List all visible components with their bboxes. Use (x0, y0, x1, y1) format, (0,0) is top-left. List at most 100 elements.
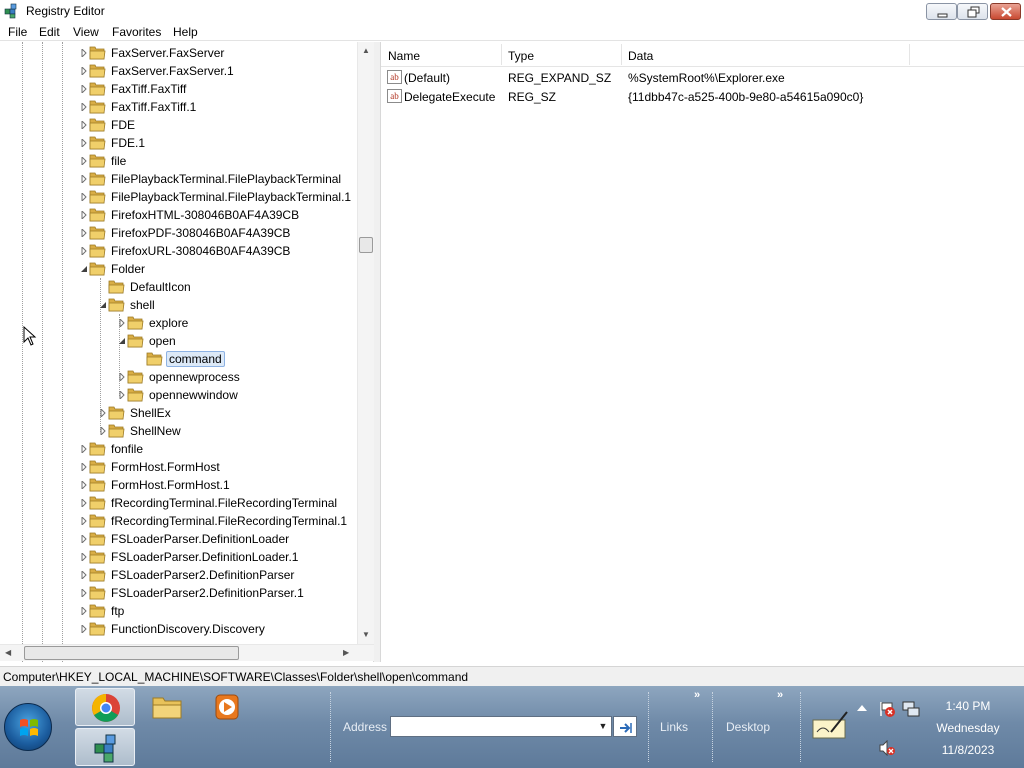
registry-tree[interactable]: FaxServer.FaxServer FaxServer.FaxServer.1… (0, 42, 374, 662)
expand-arrow-icon[interactable] (80, 157, 88, 165)
tree-node[interactable]: FirefoxURL-308046B0AF4A39CB (80, 242, 373, 260)
tree-node[interactable]: ShellEx (99, 404, 373, 422)
collapse-arrow-icon[interactable] (118, 337, 126, 345)
expand-arrow-icon[interactable] (99, 427, 107, 435)
expand-arrow-icon[interactable] (80, 589, 88, 597)
show-hidden-icons-arrow[interactable] (855, 702, 869, 712)
expand-arrow-icon[interactable] (99, 409, 107, 417)
column-divider[interactable] (501, 44, 502, 65)
tree-node[interactable]: opennewprocess (118, 368, 373, 386)
tree-node[interactable]: FaxTiff.FaxTiff.1 (80, 98, 373, 116)
column-header-name[interactable]: Name (388, 49, 420, 63)
column-divider[interactable] (909, 44, 910, 65)
tree-node[interactable]: FSLoaderParser.DefinitionLoader (80, 530, 373, 548)
expand-arrow-icon[interactable] (118, 373, 126, 381)
chevron-down-icon[interactable]: ▼ (595, 717, 611, 736)
tree-node[interactable]: command (137, 350, 373, 368)
expand-arrow-icon[interactable] (80, 625, 88, 633)
signature-pad-icon[interactable] (811, 708, 851, 742)
scroll-left-arrow[interactable]: ◀ (5, 648, 11, 657)
tree-node[interactable]: FSLoaderParser.DefinitionLoader.1 (80, 548, 373, 566)
volume-muted-icon[interactable] (878, 740, 896, 756)
tree-node[interactable]: FormHost.FormHost (80, 458, 373, 476)
tree-vertical-scroll-thumb[interactable] (359, 237, 373, 253)
menu-favorites[interactable]: Favorites (112, 25, 161, 39)
expand-arrow-icon[interactable] (80, 229, 88, 237)
start-button[interactable] (4, 703, 52, 751)
tree-node[interactable]: FaxServer.FaxServer (80, 44, 373, 62)
tree-node[interactable]: FSLoaderParser2.DefinitionParser.1 (80, 584, 373, 602)
tree-node[interactable]: FormHost.FormHost.1 (80, 476, 373, 494)
tree-node[interactable]: fRecordingTerminal.FileRecordingTerminal (80, 494, 373, 512)
expand-arrow-icon[interactable] (80, 517, 88, 525)
expand-arrow-icon[interactable] (80, 175, 88, 183)
menu-edit[interactable]: Edit (39, 25, 60, 39)
column-divider[interactable] (621, 44, 622, 65)
expand-arrow-icon[interactable] (80, 463, 88, 471)
tree-node[interactable]: shell (99, 296, 373, 314)
tree-node[interactable]: fRecordingTerminal.FileRecordingTerminal… (80, 512, 373, 530)
address-go-button[interactable] (613, 716, 637, 737)
desktop-overflow-chevron-icon[interactable]: » (777, 689, 783, 701)
tree-node[interactable]: FDE (80, 116, 373, 134)
taskbar-registry-editor[interactable] (75, 728, 135, 766)
tree-node[interactable]: FilePlaybackTerminal.FilePlaybackTermina… (80, 170, 373, 188)
expand-arrow-icon[interactable] (80, 481, 88, 489)
network-icon[interactable] (901, 700, 921, 718)
tree-node[interactable]: opennewwindow (118, 386, 373, 404)
tree-vertical-scrollbar[interactable]: ▲ ▼ (357, 42, 374, 645)
tree-node[interactable]: DefaultIcon (99, 278, 373, 296)
taskbar-explorer[interactable] (137, 688, 197, 726)
tree-node[interactable]: FSLoaderParser2.DefinitionParser (80, 566, 373, 584)
column-header-type[interactable]: Type (508, 49, 534, 63)
tree-node[interactable]: FunctionDiscovery.Discovery (80, 620, 373, 638)
expand-arrow-icon[interactable] (80, 445, 88, 453)
expand-arrow-icon[interactable] (80, 499, 88, 507)
expand-arrow-icon[interactable] (80, 103, 88, 111)
expand-arrow-icon[interactable] (118, 319, 126, 327)
tree-horizontal-scrollbar[interactable]: ◀ ▶ (0, 644, 374, 661)
tree-node[interactable]: explore (118, 314, 373, 332)
toolbar-divider[interactable] (648, 692, 650, 762)
taskbar-chrome[interactable] (75, 688, 135, 726)
tree-node[interactable]: FirefoxHTML-308046B0AF4A39CB (80, 206, 373, 224)
tree-node[interactable]: FaxTiff.FaxTiff (80, 80, 373, 98)
tree-node[interactable]: FaxServer.FaxServer.1 (80, 62, 373, 80)
expand-arrow-icon[interactable] (80, 571, 88, 579)
expand-arrow-icon[interactable] (80, 121, 88, 129)
menu-view[interactable]: View (73, 25, 99, 39)
menu-file[interactable]: File (8, 25, 27, 39)
tree-node[interactable]: file (80, 152, 373, 170)
tree-node[interactable]: open (118, 332, 373, 350)
expand-arrow-icon[interactable] (80, 535, 88, 543)
values-list[interactable]: Name Type Data ab (Default) REG_EXPAND_S… (380, 42, 1024, 662)
scroll-right-arrow[interactable]: ▶ (343, 648, 349, 657)
tree-horizontal-scroll-thumb[interactable] (24, 646, 239, 660)
tree-node[interactable]: ShellNew (99, 422, 373, 440)
value-row[interactable]: ab DelegateExecute REG_SZ {11dbb47c-a525… (381, 87, 1024, 106)
expand-arrow-icon[interactable] (80, 49, 88, 57)
desktop-toolbar-label[interactable]: Desktop (726, 720, 770, 734)
expand-arrow-icon[interactable] (80, 553, 88, 561)
tree-node[interactable]: FilePlaybackTerminal.FilePlaybackTermina… (80, 188, 373, 206)
minimize-button[interactable] (926, 3, 957, 20)
close-button[interactable] (990, 3, 1021, 20)
scroll-up-arrow[interactable]: ▲ (362, 46, 370, 55)
taskbar-media-player[interactable] (199, 688, 259, 726)
column-header-data[interactable]: Data (628, 49, 653, 63)
toolbar-divider[interactable] (712, 692, 714, 762)
expand-arrow-icon[interactable] (80, 67, 88, 75)
tree-node[interactable]: FirefoxPDF-308046B0AF4A39CB (80, 224, 373, 242)
collapse-arrow-icon[interactable] (80, 265, 88, 273)
expand-arrow-icon[interactable] (80, 211, 88, 219)
links-toolbar-label[interactable]: Links (660, 720, 688, 734)
address-input[interactable] (390, 716, 612, 737)
expand-arrow-icon[interactable] (80, 247, 88, 255)
restore-button[interactable] (957, 3, 988, 20)
expand-arrow-icon[interactable] (80, 139, 88, 147)
tree-node[interactable]: FDE.1 (80, 134, 373, 152)
tree-node[interactable]: fonfile (80, 440, 373, 458)
links-overflow-chevron-icon[interactable]: » (694, 689, 700, 701)
expand-arrow-icon[interactable] (80, 85, 88, 93)
expand-arrow-icon[interactable] (80, 607, 88, 615)
